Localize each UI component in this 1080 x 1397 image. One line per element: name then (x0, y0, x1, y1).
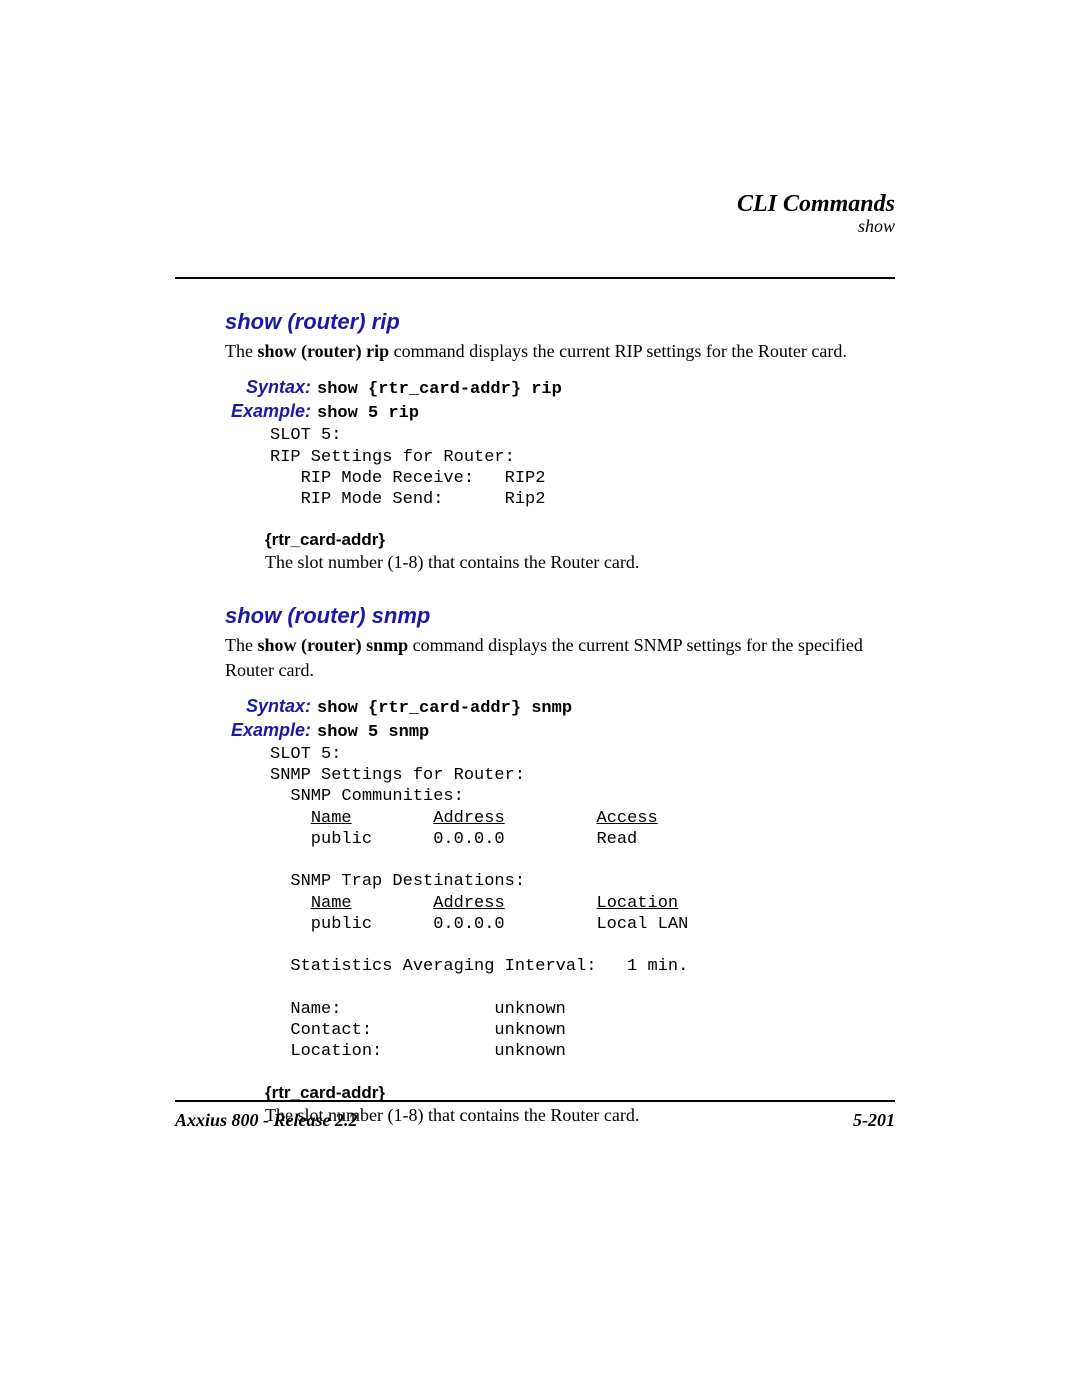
param-desc-rip: The slot number (1-8) that contains the … (175, 552, 895, 573)
footer: Axxius 800 - Release 2.2 5-201 (175, 1100, 895, 1131)
intro-cmd-snmp: show (router) snmp (257, 635, 408, 655)
header-rule (175, 277, 895, 279)
section-title-snmp: show (router) snmp (175, 603, 895, 629)
example-label: Example: (225, 401, 311, 422)
syntax-row-rip: Syntax: show {rtr_card-addr} rip (175, 377, 895, 399)
footer-rule (175, 1100, 895, 1102)
content-area: CLI Commands show show (router) rip The … (175, 185, 895, 1156)
intro-pre: The (225, 341, 257, 361)
example-row-rip: Example: show 5 rip (175, 401, 895, 423)
syntax-label: Syntax: (225, 377, 311, 398)
output-rip: SLOT 5: RIP Settings for Router: RIP Mod… (175, 425, 895, 510)
intro-post: command displays the current RIP setting… (389, 341, 847, 361)
section-title-rip: show (router) rip (175, 309, 895, 335)
syntax-label-snmp: Syntax: (225, 696, 311, 717)
page: CLI Commands show show (router) rip The … (0, 0, 1080, 1397)
intro-rip: The show (router) rip command displays t… (175, 339, 895, 363)
syntax-row-snmp: Syntax: show {rtr_card-addr} snmp (175, 696, 895, 718)
intro-pre-snmp: The (225, 635, 257, 655)
param-head-rip: {rtr_card-addr} (175, 530, 895, 550)
intro-cmd-rip: show (router) rip (257, 341, 389, 361)
footer-right: 5-201 (853, 1110, 895, 1131)
example-row-snmp: Example: show 5 snmp (175, 720, 895, 742)
output-snmp: SLOT 5: SNMP Settings for Router: SNMP C… (175, 744, 895, 1063)
syntax-text-snmp: show {rtr_card-addr} snmp (317, 699, 572, 718)
syntax-text-rip: show {rtr_card-addr} rip (317, 380, 562, 399)
footer-left: Axxius 800 - Release 2.2 (175, 1110, 358, 1131)
header-chapter: CLI Commands (175, 191, 895, 218)
example-label-snmp: Example: (225, 720, 311, 741)
header-section: show (175, 216, 895, 237)
intro-snmp: The show (router) snmp command displays … (175, 633, 895, 682)
example-text-rip: show 5 rip (317, 404, 419, 423)
example-text-snmp: show 5 snmp (317, 723, 429, 742)
